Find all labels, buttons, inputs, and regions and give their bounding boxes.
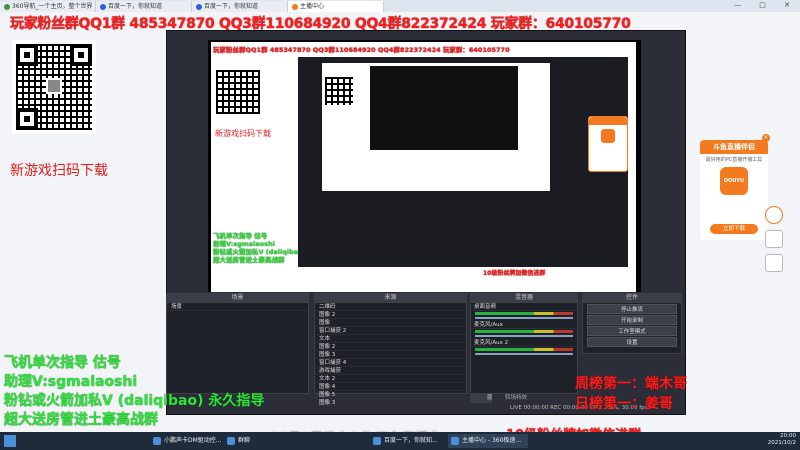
overlay-green: 飞机单次指导 估号 助理V:sgmalaoshi 粉钻或火箭加私V (daliq… — [4, 354, 264, 430]
taskbar-item[interactable]: 群聊 — [224, 434, 268, 448]
side-action-icon[interactable] — [765, 206, 783, 224]
tab-label: 百度一下，你就知道 — [204, 3, 259, 10]
dock-header-sources: 来源 — [314, 293, 467, 302]
studio-mode-button[interactable]: 工作室模式 — [587, 326, 677, 336]
tab-label: 主播中心 — [300, 3, 325, 10]
audio-meter — [475, 312, 573, 315]
source-item[interactable]: 窗口捕获 2 — [315, 327, 466, 335]
qr-code-tiny — [325, 77, 353, 105]
bottom-center-small: 10月2日晚上8点 正在直播中 — [331, 269, 422, 277]
tab-label: 360导航_一个主页，整个世界 — [12, 3, 93, 10]
qr-caption: 新游戏扫码下载 — [10, 163, 108, 179]
browser-tab-active[interactable]: 主播中心 — [288, 1, 384, 12]
mixer-channel-name: 麦克风/Aux — [471, 321, 577, 329]
tab-favicon-icon — [292, 3, 298, 10]
bottom-right-small: 10级粉丝牌加微信进群 — [483, 270, 546, 277]
stop-stream-button[interactable]: 停止推流 — [587, 304, 677, 314]
taskbar-item[interactable]: 小鹏声卡DM驱动控... — [150, 434, 222, 448]
taskbar: 小鹏声卡DM驱动控... 群聊 百度一下，你就知... 主播中心 - 360极速… — [0, 432, 800, 450]
source-item[interactable]: 文本 — [315, 335, 466, 343]
browser-tab[interactable]: 百度一下，你就知道 — [96, 1, 192, 12]
volume-slider[interactable] — [475, 317, 573, 319]
source-item[interactable]: 窗口捕获 4 — [315, 359, 466, 367]
douyu-logo-icon: DOUYU — [720, 167, 748, 195]
preview-banner: 玩家粉丝群QQ1群 485347870 QQ3群110684920 QQ4群82… — [213, 46, 510, 54]
qr-caption-small: 新游戏扫码下载 — [215, 129, 271, 138]
start-record-button[interactable]: 开始录制 — [587, 315, 677, 325]
taskbar-item-active[interactable]: 主播中心 - 360极速... — [448, 434, 528, 448]
volume-slider[interactable] — [475, 353, 573, 355]
tab-favicon-icon — [196, 3, 202, 10]
overlay-line-4: 超大送房管进土豪高战群 — [4, 412, 158, 428]
browser-tab[interactable]: 360导航_一个主页，整个世界 — [0, 1, 96, 12]
system-clock[interactable]: 20:00 2021/10/2 — [768, 433, 796, 447]
source-item[interactable]: 二维码 — [315, 303, 466, 311]
qr-code-small — [216, 70, 260, 114]
start-icon[interactable] — [4, 435, 16, 447]
close-icon[interactable]: × — [762, 134, 770, 142]
mixer-channel-name: 麦克风/Aux 2 — [471, 339, 577, 347]
tab-label: 百度一下，你就知道 — [108, 3, 163, 10]
dock-header-mixer: 混音器 — [470, 293, 578, 302]
source-item[interactable]: 图像 3 — [315, 351, 466, 359]
tab-transitions[interactable]: 转场特效 — [492, 394, 540, 403]
qr-code-large — [12, 40, 96, 134]
volume-slider[interactable] — [475, 335, 573, 337]
dock-header-scenes: 场景 — [166, 293, 309, 302]
source-item[interactable]: 图像 5 — [315, 391, 466, 399]
window-controls[interactable]: — □ ✕ — [734, 1, 798, 9]
source-item[interactable]: 图像 3 — [315, 399, 466, 407]
source-item[interactable]: 图像 2 — [315, 343, 466, 351]
clock-time: 20:00 — [780, 433, 796, 439]
douyu-download-button[interactable]: 立即下载 — [710, 224, 758, 234]
preview-level4 — [370, 66, 518, 150]
audio-meter — [475, 330, 573, 333]
mixer-dock[interactable]: 桌面音频 麦克风/Aux 麦克风/Aux 2 — [470, 302, 578, 394]
tab-favicon-icon — [4, 3, 10, 10]
douyu-title: 斗鱼直播伴侣 — [700, 140, 768, 154]
douyu-subtitle: 最好用的PC直播开播工具 — [705, 157, 763, 163]
overlay-red: 周榜第一：端木哥 日榜第一：姜哥 — [575, 374, 687, 414]
tab-favicon-icon — [100, 3, 106, 10]
ranking-weekly: 周榜第一：端木哥 — [575, 376, 687, 392]
source-item[interactable]: 图像 4 — [315, 383, 466, 391]
overlay-line-1: 飞机单次指导 估号 — [4, 355, 121, 371]
ranking-daily: 日榜第一：姜哥 — [575, 396, 673, 412]
controls-dock: 停止推流 开始录制 工作室模式 设置 — [582, 302, 682, 354]
mixer-channel-name: 桌面音频 — [471, 303, 577, 311]
browser-tab[interactable]: 百度一下，你就知道 — [192, 1, 288, 12]
douyu-widget: 斗鱼直播伴侣 最好用的PC直播开播工具 DOUYU 立即下载 — [700, 140, 768, 240]
clock-date: 2021/10/2 — [767, 440, 796, 446]
home-icon[interactable] — [765, 230, 783, 248]
banner-top: 玩家粉丝群QQ1群 485347870 QQ3群110684920 QQ4群82… — [10, 16, 631, 32]
settings-button[interactable]: 设置 — [587, 337, 677, 347]
overlay-line-3: 粉钻或火箭加私V (daliqibao) 永久指导 — [4, 393, 265, 409]
sources-dock[interactable]: 二维码 图像 2 图像 窗口捕获 2 文本 图像 2 图像 3 窗口捕获 4 游戏捕获 文本 2图… — [314, 302, 467, 407]
douyu-widget-small — [588, 116, 628, 172]
audio-meter — [475, 348, 573, 351]
source-item[interactable]: 游戏捕获 — [315, 367, 466, 375]
share-icon[interactable] — [765, 254, 783, 272]
browser-tab-bar: 360导航_一个主页，整个世界 百度一下，你就知道 百度一下，你就知道 主播中心… — [0, 0, 800, 12]
source-item[interactable]: 文本 2 — [315, 375, 466, 383]
scene-item[interactable]: 场景 — [167, 303, 308, 311]
avatar — [46, 78, 62, 94]
source-item[interactable]: 图像 2 — [315, 311, 466, 319]
taskbar-item[interactable]: 百度一下，你就知... — [370, 434, 446, 448]
overlay-line-2: 助理V:sgmalaoshi — [4, 374, 138, 390]
source-item[interactable]: 图像 — [315, 319, 466, 327]
dock-header-controls: 控件 — [582, 293, 682, 302]
